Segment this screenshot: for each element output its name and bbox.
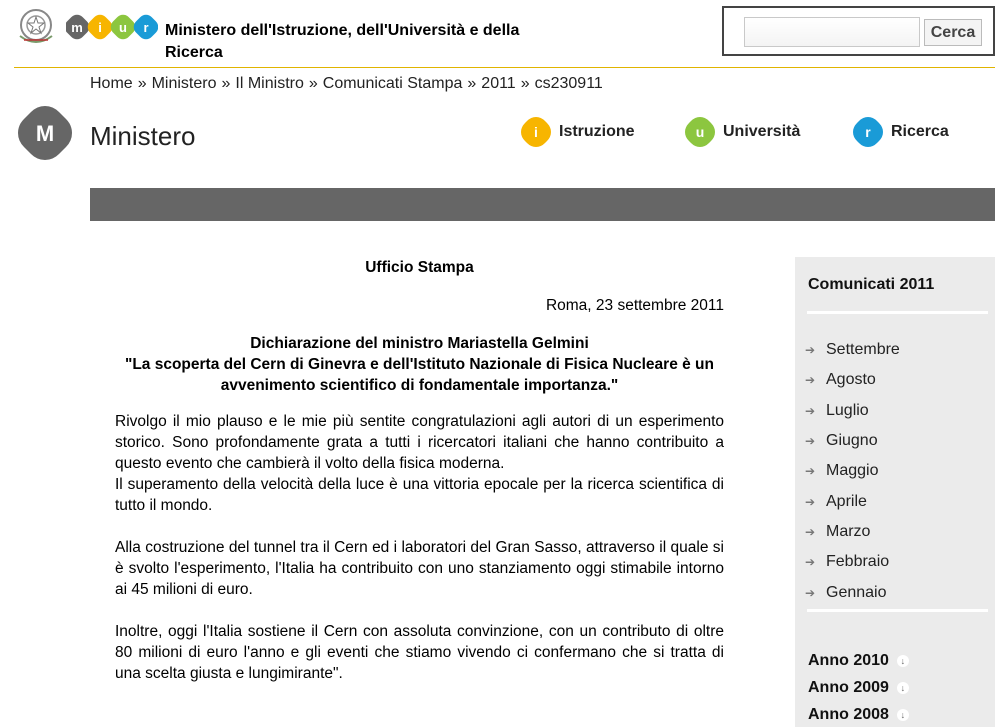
portal-label-istruzione: Istruzione xyxy=(559,123,635,140)
arrow-right-icon: ➔ xyxy=(805,555,816,570)
year-label: Anno 2009 xyxy=(808,678,889,696)
sidebar-item-luglio[interactable]: ➔ Luglio xyxy=(805,396,900,426)
breadcrumb-current: cs230911 xyxy=(534,75,603,92)
miur-logo-letter-r: r xyxy=(133,14,159,40)
month-label: Agosto xyxy=(826,371,876,389)
sidebar-item-febbraio[interactable]: ➔ Febbraio xyxy=(805,547,900,577)
statement-title-line1: Dichiarazione del ministro Mariastella G… xyxy=(250,335,589,352)
article-paragraph: Alla costruzione del tunnel tra il Cern … xyxy=(115,539,724,598)
sidebar-item-maggio[interactable]: ➔ Maggio xyxy=(805,456,900,486)
year-list: Anno 2010 ↓ Anno 2009 ↓ Anno 2008 ↓ xyxy=(808,647,909,728)
statement-title-line2: "La scoperta del Cern di Ginevra e dell'… xyxy=(124,356,714,394)
portal-link-ricerca[interactable]: r Ricerca xyxy=(853,117,949,147)
svg-text:u: u xyxy=(119,20,127,35)
press-office-heading: Ufficio Stampa xyxy=(365,259,474,276)
month-label: Maggio xyxy=(826,462,879,480)
portal-label-universita: Università xyxy=(723,123,801,140)
search-input[interactable] xyxy=(744,17,920,47)
breadcrumb: Home» Ministero» Il Ministro» Comunicati St… xyxy=(90,75,603,93)
sidebar-year-2009[interactable]: Anno 2009 ↓ xyxy=(808,674,909,701)
sidebar-item-aprile[interactable]: ➔ Aprile xyxy=(805,486,900,516)
arrow-right-icon: ➔ xyxy=(805,373,816,388)
month-label: Febbraio xyxy=(826,553,890,571)
search-button[interactable]: Cerca xyxy=(924,19,982,46)
arrow-right-icon: ➔ xyxy=(805,343,816,358)
italian-republic-emblem-icon[interactable] xyxy=(14,6,58,46)
article-paragraph: Il superamento della velocità della luce… xyxy=(115,476,724,514)
breadcrumb-separator: » xyxy=(520,75,530,92)
arrow-right-icon: ➔ xyxy=(805,524,816,539)
sidebar-divider xyxy=(807,311,988,314)
sidebar-item-giugno[interactable]: ➔ Giugno xyxy=(805,426,900,456)
sidebar-item-settembre[interactable]: ➔ Settembre xyxy=(805,335,900,365)
month-label: Luglio xyxy=(826,401,869,419)
breadcrumb-separator: » xyxy=(137,75,147,92)
year-label: Anno 2008 xyxy=(808,705,889,723)
arrow-right-icon: ➔ xyxy=(805,464,816,479)
istruzione-icon: i xyxy=(521,117,551,147)
ministero-section-icon: M xyxy=(18,106,72,160)
sidebar-divider xyxy=(807,609,988,612)
sidebar-item-agosto[interactable]: ➔ Agosto xyxy=(805,365,900,395)
site-header: mi u r Ministero dell'Istruzione, dell'Uni… xyxy=(0,0,1003,68)
sidebar-item-marzo[interactable]: ➔ Marzo xyxy=(805,517,900,547)
month-label: Giugno xyxy=(826,432,878,450)
month-list: ➔ Settembre ➔ Agosto ➔ Luglio ➔ Giugno ➔ Magg… xyxy=(805,335,900,608)
arrow-down-icon: ↓ xyxy=(896,708,909,721)
press-release-content: Ufficio Stampa Roma, 23 settembre 2011 D… xyxy=(115,255,724,684)
breadcrumb-2011[interactable]: 2011 xyxy=(481,75,515,92)
arrow-right-icon: ➔ xyxy=(805,585,816,600)
section-navigation-band xyxy=(90,188,995,221)
breadcrumb-separator: » xyxy=(221,75,231,92)
article-paragraph: Rivolgo il mio plauso e le mie più senti… xyxy=(115,413,724,472)
svg-text:i: i xyxy=(98,20,102,35)
search-box: Cerca xyxy=(722,6,995,56)
breadcrumb-il-ministro[interactable]: Il Ministro xyxy=(235,75,303,92)
arrow-down-icon: ↓ xyxy=(896,654,909,667)
sidebar-year-2010[interactable]: Anno 2010 ↓ xyxy=(808,647,909,674)
press-releases-sidebar: Comunicati 2011 ➔ Settembre ➔ Agosto ➔ Lugl… xyxy=(795,257,995,727)
section-icon-letter: M xyxy=(36,121,54,146)
article-paragraph: Inoltre, oggi l'Italia sostiene il Cern … xyxy=(115,623,724,682)
ricerca-icon-letter: r xyxy=(865,124,871,140)
breadcrumb-home[interactable]: Home xyxy=(90,75,133,92)
section-title: Ministero xyxy=(90,121,196,151)
sidebar-year-2008[interactable]: Anno 2008 ↓ xyxy=(808,701,909,728)
arrow-right-icon: ➔ xyxy=(805,494,816,509)
arrow-right-icon: ➔ xyxy=(805,434,816,449)
year-label: Anno 2010 xyxy=(808,651,889,669)
statement-title: Dichiarazione del ministro Mariastella G… xyxy=(115,333,724,396)
breadcrumb-separator: » xyxy=(467,75,477,92)
breadcrumb-separator: » xyxy=(308,75,318,92)
release-date: Roma, 23 settembre 2011 xyxy=(545,297,724,314)
universita-icon-letter: u xyxy=(696,124,705,140)
svg-text:m: m xyxy=(71,20,83,35)
istruzione-icon-letter: i xyxy=(534,124,538,140)
sidebar-item-gennaio[interactable]: ➔ Gennaio xyxy=(805,577,900,607)
month-label: Aprile xyxy=(826,492,867,510)
month-label: Marzo xyxy=(826,522,871,540)
portal-link-istruzione[interactable]: i Istruzione xyxy=(521,117,635,147)
portal-label-ricerca: Ricerca xyxy=(891,123,949,140)
org-name[interactable]: Ministero dell'Istruzione, dell'Universi… xyxy=(165,20,545,64)
miur-logo-icon[interactable]: mi u r xyxy=(64,12,159,42)
header-divider xyxy=(14,67,995,68)
breadcrumb-comunicati-stampa[interactable]: Comunicati Stampa xyxy=(323,75,463,92)
arrow-right-icon: ➔ xyxy=(805,403,816,418)
month-label: Gennaio xyxy=(826,583,887,601)
portal-link-universita[interactable]: u Università xyxy=(685,117,800,147)
ricerca-icon: r xyxy=(853,117,883,147)
sidebar-title: Comunicati 2011 xyxy=(808,276,935,293)
universita-icon: u xyxy=(685,117,715,147)
month-label: Settembre xyxy=(826,341,900,359)
svg-text:r: r xyxy=(143,20,148,35)
breadcrumb-ministero[interactable]: Ministero xyxy=(152,75,217,92)
arrow-down-icon: ↓ xyxy=(896,681,909,694)
